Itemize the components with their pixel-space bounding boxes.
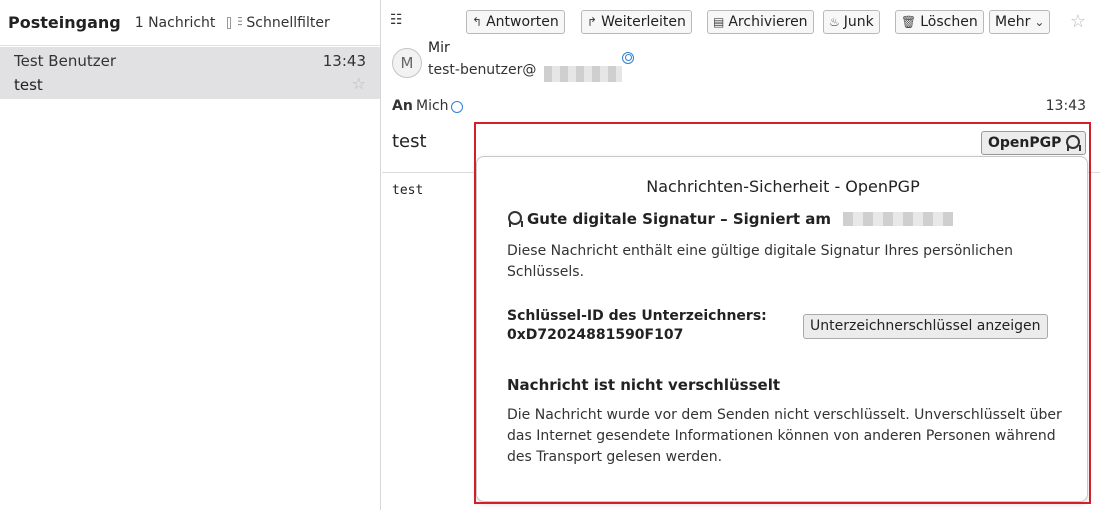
folder-title: Posteingang [8,13,121,32]
encryption-description: Die Nachricht wurde vor dem Senden nicht… [507,407,1062,465]
signature-seal-icon [1065,135,1081,151]
signature-seal-icon [507,211,522,227]
message-list-pane: Posteingang 1 Nachricht ⫶⫶ Schnellfilter… [0,0,381,510]
star-icon[interactable]: ☆ [1070,11,1086,32]
message-toolbar: ☷ ↰ Antworten ↱ Weiterleiten ▤ Archivieren … [382,8,1100,36]
popup-title: Nachrichten-Sicherheit - OpenPGP [646,177,920,196]
star-icon[interactable]: ☆ [352,74,366,93]
encryption-status: Nachricht ist nicht verschlüsselt [507,376,781,394]
signature-status-text: Gute digitale Signatur – Signiert am [527,210,832,228]
row-subject: test [14,76,43,94]
contact-icon[interactable] [451,101,463,113]
message-body: test [392,183,424,198]
chevron-down-icon: ⌄ [1034,15,1045,29]
reply-icon: ↰ [472,15,483,29]
forward-button[interactable]: ↱ Weiterleiten [581,10,692,34]
row-time: 13:43 [322,52,366,70]
delete-button[interactable]: 🗑 Löschen [895,10,984,34]
row-sender: Test Benutzer [14,52,116,70]
junk-button[interactable]: ♨ Junk [823,10,880,34]
archive-button[interactable]: ▤ Archivieren [707,10,814,34]
view-signer-key-button[interactable]: Unterzeichnerschlüssel anzeigen [803,314,1048,339]
from-address[interactable]: test-benutzer@ [428,62,536,78]
signer-key-id: 0xD72024881590F107 [507,327,684,343]
archive-icon: ▤ [713,15,725,29]
junk-label: Junk [843,14,874,30]
table-row[interactable]: Test Benutzer 13:43 test ☆ [0,47,380,99]
archive-label: Archivieren [728,14,808,30]
quick-filter-button[interactable]: ⫶⫶ Schnellfilter [237,15,329,31]
forward-label: Weiterleiten [601,14,686,30]
openpgp-button[interactable]: OpenPGP [981,131,1087,155]
avatar: M [392,48,422,78]
message-time: 13:43 [1045,98,1086,114]
message-subject: test [392,131,427,152]
quick-filter-divider [227,16,232,29]
redacted-date [843,212,954,226]
signature-description: Diese Nachricht enthält eine gültige dig… [507,243,1013,280]
folder-header: Posteingang 1 Nachricht ⫶⫶ Schnellfilter [0,0,380,46]
header-menu-icon[interactable]: ☷ [390,12,403,28]
message-count: 1 Nachricht [134,14,216,31]
to-label: An [392,98,413,114]
from-name[interactable]: Mir [428,40,450,56]
signer-key-label: Schlüssel-ID des Unterzeichners: [507,308,767,324]
filter-sliders-icon: ⫶⫶ [237,15,242,29]
contact-icon[interactable] [622,52,634,64]
trash-icon: 🗑 [901,15,917,29]
junk-flame-icon: ♨ [829,15,840,29]
more-label: Mehr [995,14,1031,30]
reply-button[interactable]: ↰ Antworten [466,10,565,34]
more-button[interactable]: Mehr ⌄ [989,10,1051,34]
delete-label: Löschen [920,14,978,30]
to-recipient[interactable]: Mich [416,98,449,114]
forward-icon: ↱ [587,15,598,29]
openpgp-label: OpenPGP [988,135,1062,151]
message-security-popup: Nachrichten-Sicherheit - OpenPGP Gute di… [476,156,1088,502]
signature-status: Gute digitale Signatur – Signiert am [507,210,954,228]
redacted-domain [544,66,622,82]
quick-filter-label: Schnellfilter [246,14,330,31]
reply-label: Antworten [486,14,559,30]
